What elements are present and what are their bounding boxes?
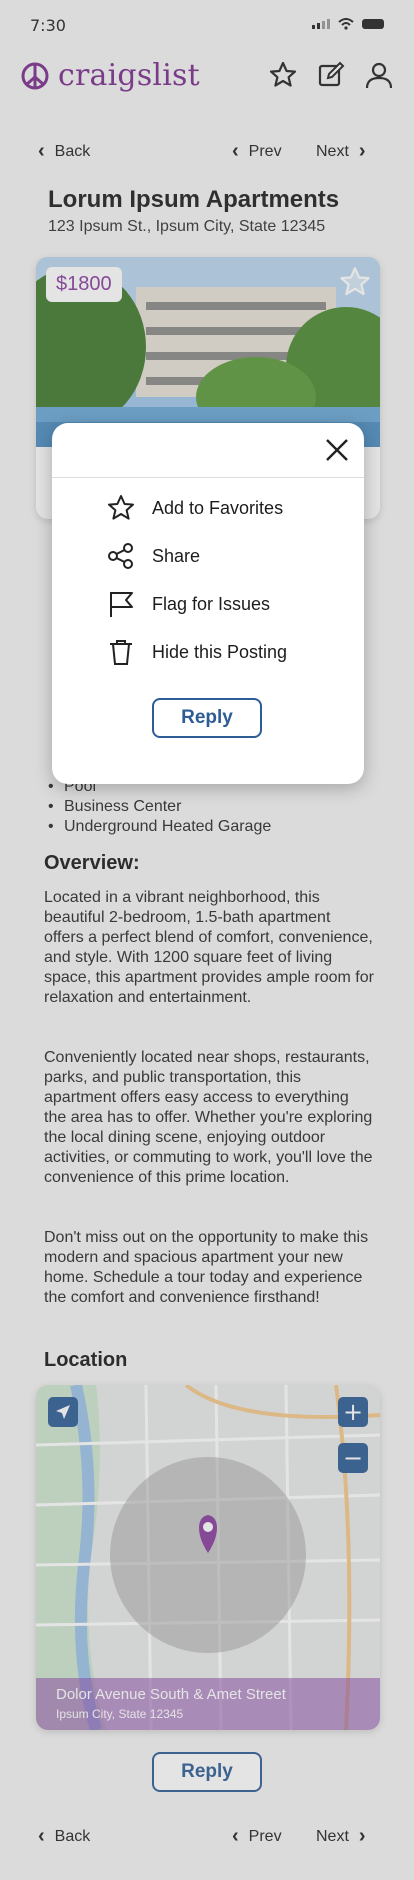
menu-label: Hide this Posting xyxy=(152,641,288,662)
hide-posting-item[interactable]: Hide this Posting xyxy=(106,637,287,667)
popup-divider xyxy=(52,477,364,478)
menu-label: Share xyxy=(152,545,201,566)
share-item[interactable]: Share xyxy=(106,541,200,571)
popup-reply-button[interactable]: Reply xyxy=(152,698,262,738)
flag-item[interactable]: Flag for Issues xyxy=(106,589,270,619)
menu-label: Flag for Issues xyxy=(152,593,271,614)
star-icon xyxy=(108,495,134,520)
add-to-favorites-item[interactable]: Add to Favorites xyxy=(106,493,283,523)
trash-icon xyxy=(110,640,132,665)
modal-overlay[interactable] xyxy=(0,0,414,1880)
menu-label: Add to Favorites xyxy=(152,497,284,518)
share-icon xyxy=(108,543,133,569)
actions-popup: Add to Favorites Share Flag for Issues H… xyxy=(52,423,364,784)
listing-page: 7:30 craigslist ‹ Back ‹ Prev Next › Lor… xyxy=(0,0,414,1880)
flag-icon xyxy=(110,592,133,617)
close-icon[interactable] xyxy=(322,435,352,465)
